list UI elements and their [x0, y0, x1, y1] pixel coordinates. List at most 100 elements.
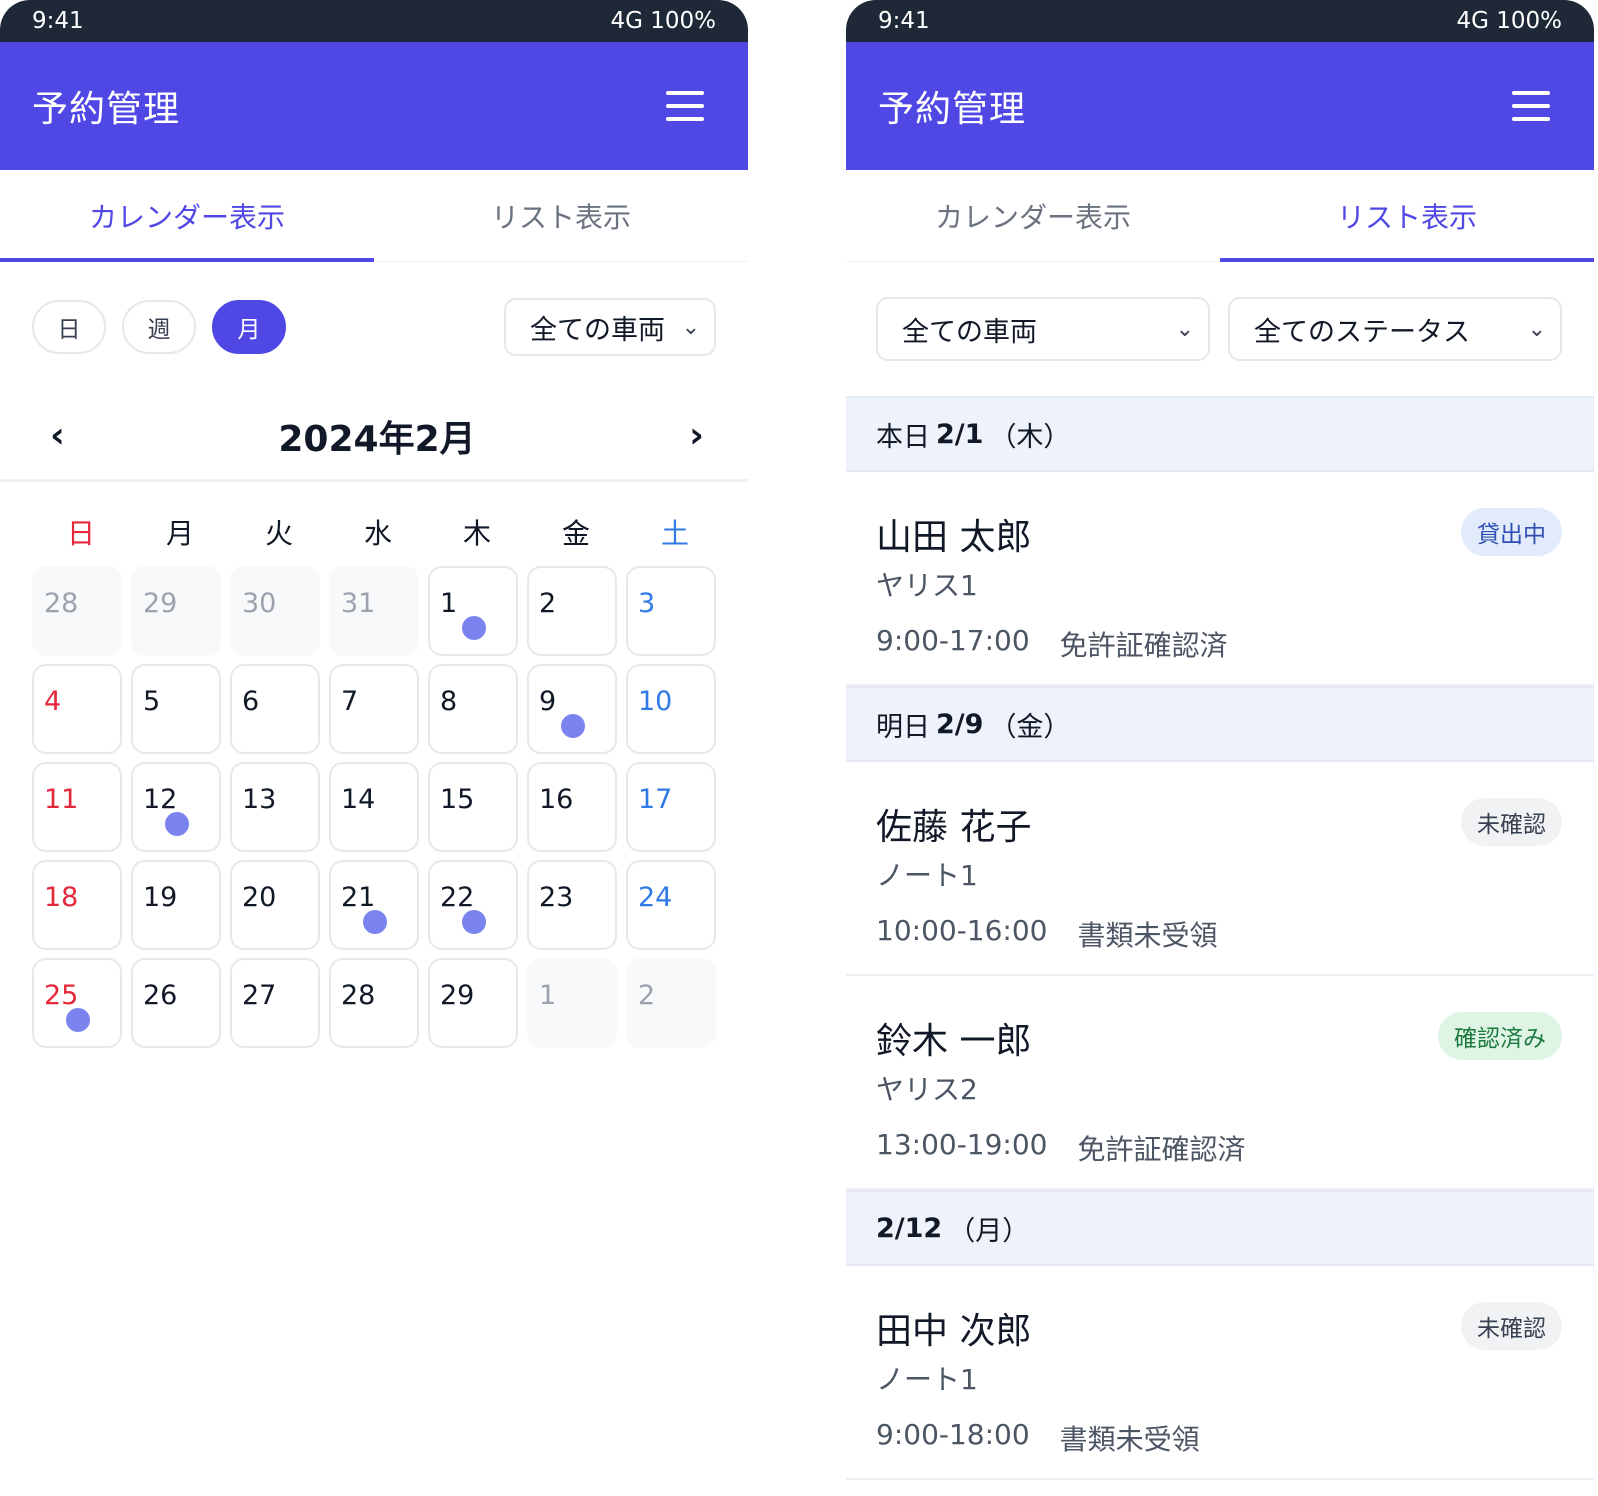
calendar-day[interactable]: 18: [32, 860, 122, 950]
status-select[interactable]: 全てのステータス ⌄: [1228, 297, 1562, 361]
calendar-day[interactable]: 15: [428, 762, 518, 852]
calendar-day[interactable]: 26: [131, 958, 221, 1048]
calendar-day[interactable]: 10: [626, 664, 716, 754]
booking-time: 10:00-16:00: [876, 914, 1048, 947]
calendar-day[interactable]: 16: [527, 762, 617, 852]
booking-item[interactable]: 山田 太郎 ヤリス1 9:00-17:00 免許証確認済 貸出中: [846, 472, 1594, 686]
booking-item[interactable]: 田中 次郎 ノート1 9:00-18:00 書類未受領 未確認: [846, 1266, 1594, 1480]
chevron-left-icon[interactable]: ‹: [50, 417, 65, 454]
booking-meta: 13:00-19:00 免許証確認済: [876, 1128, 1564, 1168]
document-status: 免許証確認済: [1059, 629, 1228, 662]
booking-list: 本日 2/1 （木） 山田 太郎 ヤリス1 9:00-17:00 免許証確認済 貸出中 明日 2/…: [846, 396, 1594, 1480]
weekday-label: 月: [165, 517, 194, 550]
calendar-day[interactable]: 20: [230, 860, 320, 950]
calendar-day[interactable]: 2: [527, 566, 617, 656]
weekday-label: 日: [66, 517, 95, 550]
tab-list[interactable]: リスト表示: [1220, 170, 1594, 262]
document-status: 書類未受領: [1077, 919, 1218, 952]
day-number: 18: [44, 882, 79, 913]
vehicle-name: ノート1: [876, 859, 978, 892]
app-header: 予約管理: [846, 42, 1594, 170]
date-section-header: 明日 2/9 （金）: [846, 686, 1594, 762]
month-title: 2024年2月: [278, 418, 476, 460]
status-select-value: 全てのステータス: [1254, 316, 1470, 348]
chevron-down-icon: ⌄: [681, 314, 700, 340]
calendar-day[interactable]: 1: [428, 566, 518, 656]
calendar-day[interactable]: 4: [32, 664, 122, 754]
calendar-day[interactable]: 23: [527, 860, 617, 950]
hamburger-icon[interactable]: [1512, 91, 1550, 121]
view-tabs: カレンダー表示 リスト表示: [846, 170, 1594, 262]
calendar-day[interactable]: 13: [230, 762, 320, 852]
status-bar: 9:41 4G 100%: [846, 0, 1594, 42]
day-number: 1: [539, 980, 557, 1011]
day-number: 9: [539, 686, 557, 717]
calendar-day[interactable]: 7: [329, 664, 419, 754]
day-number: 23: [539, 882, 574, 913]
calendar-day[interactable]: 25: [32, 958, 122, 1048]
day-number: 2: [638, 980, 656, 1011]
booking-item[interactable]: 佐藤 花子 ノート1 10:00-16:00 書類未受領 未確認: [846, 762, 1594, 976]
view-day-button[interactable]: 日: [32, 300, 106, 354]
calendar-day[interactable]: 3: [626, 566, 716, 656]
weekday-label: 金: [561, 517, 590, 550]
tab-calendar[interactable]: カレンダー表示: [846, 170, 1220, 261]
calendar-day[interactable]: 1: [527, 958, 617, 1048]
vehicle-name: ヤリス1: [876, 569, 978, 602]
day-number: 25: [44, 980, 79, 1011]
calendar-day[interactable]: 19: [131, 860, 221, 950]
calendar-day[interactable]: 8: [428, 664, 518, 754]
weekday-label: 水: [363, 517, 392, 550]
day-number: 31: [341, 588, 376, 619]
booking-meta: 10:00-16:00 書類未受領: [876, 914, 1564, 954]
calendar-day[interactable]: 30: [230, 566, 320, 656]
tab-calendar[interactable]: カレンダー表示: [0, 170, 374, 262]
day-number: 5: [143, 686, 161, 717]
calendar-day[interactable]: 9: [527, 664, 617, 754]
chevron-down-icon: ⌄: [1175, 316, 1194, 342]
hamburger-icon[interactable]: [666, 91, 704, 121]
calendar-day[interactable]: 28: [329, 958, 419, 1048]
calendar-day[interactable]: 27: [230, 958, 320, 1048]
list-filters: 全ての車両 ⌄ 全てのステータス ⌄: [846, 262, 1594, 396]
document-status: 免許証確認済: [1077, 1133, 1246, 1166]
calendar-day[interactable]: 6: [230, 664, 320, 754]
calendar-day[interactable]: 5: [131, 664, 221, 754]
calendar-day[interactable]: 17: [626, 762, 716, 852]
calendar-day[interactable]: 31: [329, 566, 419, 656]
section-weekday: （月）: [948, 1215, 1030, 1247]
tab-list[interactable]: リスト表示: [374, 170, 748, 261]
view-tabs: カレンダー表示 リスト表示: [0, 170, 748, 262]
calendar-day[interactable]: 11: [32, 762, 122, 852]
calendar-day[interactable]: 14: [329, 762, 419, 852]
booking-meta: 9:00-17:00 免許証確認済: [876, 624, 1564, 664]
calendar-day[interactable]: 29: [131, 566, 221, 656]
status-badge: 未確認: [1461, 1302, 1562, 1350]
chevron-right-icon[interactable]: ›: [689, 417, 704, 454]
calendar-day[interactable]: 29: [428, 958, 518, 1048]
calendar-day[interactable]: 22: [428, 860, 518, 950]
day-number: 1: [440, 588, 458, 619]
status-badge: 確認済み: [1438, 1012, 1562, 1060]
calendar-day[interactable]: 12: [131, 762, 221, 852]
day-number: 22: [440, 882, 475, 913]
booking-item[interactable]: 鈴木 一郎 ヤリス2 13:00-19:00 免許証確認済 確認済み: [846, 976, 1594, 1190]
view-month-button[interactable]: 月: [212, 300, 286, 354]
list-screen: 9:41 4G 100% 予約管理 カレンダー表示 リスト表示 全ての車両 ⌄ …: [846, 0, 1594, 1496]
booking-dot-icon: [66, 1008, 90, 1032]
calendar-day[interactable]: 24: [626, 860, 716, 950]
booking-dot-icon: [462, 616, 486, 640]
date-section-header: 本日 2/1 （木）: [846, 396, 1594, 472]
calendar-day[interactable]: 28: [32, 566, 122, 656]
view-week-button[interactable]: 週: [122, 300, 196, 354]
vehicle-select[interactable]: 全ての車両 ⌄: [876, 297, 1210, 361]
calendar-day[interactable]: 21: [329, 860, 419, 950]
vehicle-select-value: 全ての車両: [902, 316, 1037, 348]
vehicle-select[interactable]: 全ての車両 ⌄: [504, 298, 716, 356]
day-number: 2: [539, 588, 557, 619]
weekday-label: 土: [660, 517, 689, 550]
booking-meta: 9:00-18:00 書類未受領: [876, 1418, 1564, 1458]
calendar-day[interactable]: 2: [626, 958, 716, 1048]
app-title: 予約管理: [32, 89, 181, 130]
date-section-header: 2/12 （月）: [846, 1190, 1594, 1266]
